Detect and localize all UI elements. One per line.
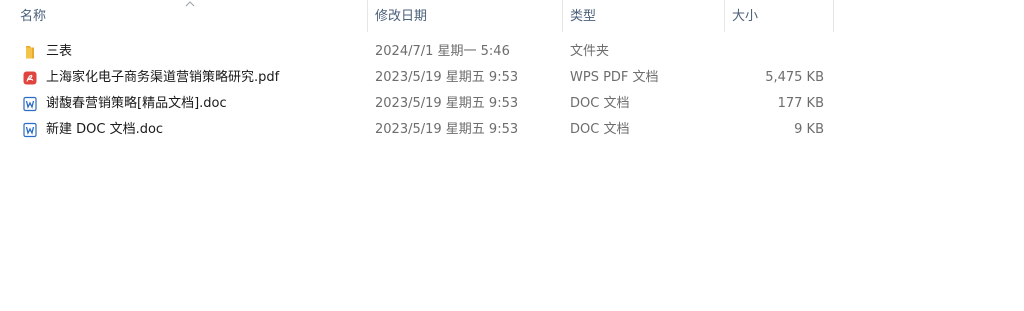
file-date-modified: 2023/5/19 星期五 9:53 <box>375 122 519 137</box>
file-name: 谢馥春营销策略[精品文档].doc <box>46 96 227 111</box>
file-row[interactable]: 谢馥春营销策略[精品文档].doc 2023/5/19 星期五 9:53 DOC… <box>0 91 834 117</box>
file-date-modified: 2023/5/19 星期五 9:53 <box>375 96 519 111</box>
file-size <box>724 39 824 65</box>
file-size: 9 KB <box>794 122 824 137</box>
file-type: 文件夹 <box>570 44 610 59</box>
word-doc-icon <box>22 122 38 138</box>
column-divider[interactable] <box>833 0 834 32</box>
file-type: DOC 文档 <box>570 96 630 111</box>
column-header-row: 名称 修改日期 类型 大小 <box>0 0 834 32</box>
pdf-file-icon <box>22 70 38 86</box>
file-type: WPS PDF 文档 <box>570 70 659 85</box>
folder-icon <box>22 44 38 60</box>
file-row[interactable]: 上海家化电子商务渠道营销策略研究.pdf 2023/5/19 星期五 9:53 … <box>0 65 834 91</box>
file-size: 177 KB <box>777 96 824 111</box>
file-size: 5,475 KB <box>765 70 824 85</box>
file-name: 上海家化电子商务渠道营销策略研究.pdf <box>46 70 280 85</box>
file-date-modified: 2023/5/19 星期五 9:53 <box>375 70 519 85</box>
file-explorer: 名称 修改日期 类型 大小 三表 2024/7/1 星期一 5:46 文件夹 上… <box>0 0 1024 311</box>
file-date-modified: 2024/7/1 星期一 5:46 <box>375 44 510 59</box>
file-row[interactable]: 新建 DOC 文档.doc 2023/5/19 星期五 9:53 DOC 文档 … <box>0 117 834 143</box>
file-type: DOC 文档 <box>570 122 630 137</box>
file-list: 三表 2024/7/1 星期一 5:46 文件夹 上海家化电子商务渠道营销策略研… <box>0 39 834 143</box>
word-doc-icon <box>22 96 38 112</box>
column-header-name[interactable]: 名称 <box>12 0 367 32</box>
file-row[interactable]: 三表 2024/7/1 星期一 5:46 文件夹 <box>0 39 834 65</box>
column-header-date-modified[interactable]: 修改日期 <box>367 0 562 32</box>
column-header-size[interactable]: 大小 <box>724 0 834 32</box>
file-name: 三表 <box>46 44 73 59</box>
column-header-type[interactable]: 类型 <box>562 0 724 32</box>
file-name: 新建 DOC 文档.doc <box>46 122 164 137</box>
